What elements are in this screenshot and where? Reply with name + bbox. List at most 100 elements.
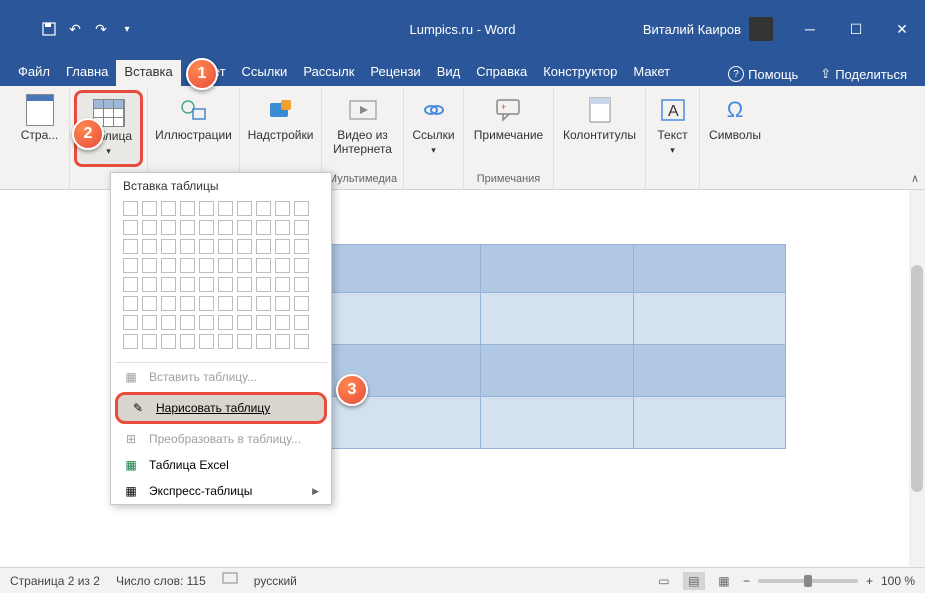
- grid-cell[interactable]: [237, 239, 252, 254]
- grid-cell[interactable]: [142, 277, 157, 292]
- grid-cell[interactable]: [199, 334, 214, 349]
- grid-cell[interactable]: [161, 334, 176, 349]
- grid-cell[interactable]: [275, 239, 290, 254]
- grid-cell[interactable]: [161, 201, 176, 216]
- grid-cell[interactable]: [199, 220, 214, 235]
- grid-cell[interactable]: [218, 296, 233, 311]
- grid-cell[interactable]: [237, 258, 252, 273]
- grid-cell[interactable]: [218, 201, 233, 216]
- tab-layout2[interactable]: Макет: [625, 60, 678, 86]
- grid-cell[interactable]: [180, 334, 195, 349]
- zoom-out-button[interactable]: −: [743, 574, 750, 588]
- grid-cell[interactable]: [142, 201, 157, 216]
- grid-cell[interactable]: [180, 239, 195, 254]
- grid-cell[interactable]: [199, 239, 214, 254]
- grid-cell[interactable]: [199, 258, 214, 273]
- illustrations-button[interactable]: Иллюстрации: [149, 90, 238, 146]
- addins-button[interactable]: Надстройки: [242, 90, 320, 146]
- user-area[interactable]: Виталий Каиров: [629, 17, 787, 41]
- grid-cell[interactable]: [218, 239, 233, 254]
- grid-cell[interactable]: [161, 277, 176, 292]
- grid-cell[interactable]: [180, 220, 195, 235]
- grid-cell[interactable]: [123, 201, 138, 216]
- tab-mailings[interactable]: Рассылк: [295, 60, 362, 86]
- view-read-icon[interactable]: ▭: [653, 572, 675, 590]
- tab-view[interactable]: Вид: [429, 60, 469, 86]
- tab-insert[interactable]: Вставка: [116, 60, 180, 86]
- undo-icon[interactable]: ↶: [66, 20, 84, 38]
- grid-cell[interactable]: [294, 315, 309, 330]
- grid-cell[interactable]: [237, 201, 252, 216]
- grid-cell[interactable]: [123, 315, 138, 330]
- grid-cell[interactable]: [275, 315, 290, 330]
- grid-cell[interactable]: [199, 201, 214, 216]
- grid-cell[interactable]: [275, 220, 290, 235]
- grid-cell[interactable]: [294, 201, 309, 216]
- grid-cell[interactable]: [142, 239, 157, 254]
- tab-review[interactable]: Рецензи: [362, 60, 428, 86]
- grid-cell[interactable]: [294, 296, 309, 311]
- grid-cell[interactable]: [275, 201, 290, 216]
- text-button[interactable]: A Текст▾: [651, 90, 695, 161]
- grid-cell[interactable]: [142, 296, 157, 311]
- zoom-level[interactable]: 100 %: [881, 574, 915, 588]
- grid-cell[interactable]: [123, 277, 138, 292]
- grid-cell[interactable]: [123, 258, 138, 273]
- grid-cell[interactable]: [199, 315, 214, 330]
- menu-draw-table[interactable]: ✎ Нарисовать таблицу: [115, 392, 327, 424]
- grid-cell[interactable]: [199, 277, 214, 292]
- grid-cell[interactable]: [161, 315, 176, 330]
- grid-cell[interactable]: [275, 296, 290, 311]
- tell-me[interactable]: ? Помощь: [720, 62, 806, 86]
- grid-cell[interactable]: [237, 220, 252, 235]
- save-icon[interactable]: [40, 20, 58, 38]
- zoom-in-button[interactable]: +: [866, 574, 873, 588]
- redo-icon[interactable]: ↷: [92, 20, 110, 38]
- table-grid-picker[interactable]: [111, 195, 331, 361]
- grid-cell[interactable]: [199, 296, 214, 311]
- menu-quick-tables[interactable]: ▦ Экспресс-таблицы ▶: [111, 478, 331, 504]
- grid-cell[interactable]: [123, 239, 138, 254]
- grid-cell[interactable]: [237, 315, 252, 330]
- tab-home[interactable]: Главна: [58, 60, 116, 86]
- grid-cell[interactable]: [275, 258, 290, 273]
- grid-cell[interactable]: [142, 334, 157, 349]
- grid-cell[interactable]: [142, 220, 157, 235]
- grid-cell[interactable]: [294, 334, 309, 349]
- grid-cell[interactable]: [275, 334, 290, 349]
- grid-cell[interactable]: [256, 239, 271, 254]
- spellcheck-icon[interactable]: [222, 572, 238, 589]
- tab-references[interactable]: Ссылки: [234, 60, 296, 86]
- grid-cell[interactable]: [256, 220, 271, 235]
- menu-insert-table[interactable]: ▦ Вставить таблицу...: [111, 364, 331, 390]
- vertical-scrollbar[interactable]: [909, 190, 925, 567]
- view-print-icon[interactable]: ▤: [683, 572, 705, 590]
- grid-cell[interactable]: [161, 220, 176, 235]
- grid-cell[interactable]: [161, 296, 176, 311]
- status-words[interactable]: Число слов: 115: [116, 574, 206, 588]
- grid-cell[interactable]: [180, 277, 195, 292]
- video-button[interactable]: Видео из Интернета: [327, 90, 398, 161]
- comment-button[interactable]: + Примечание: [468, 90, 549, 146]
- grid-cell[interactable]: [294, 258, 309, 273]
- grid-cell[interactable]: [161, 258, 176, 273]
- status-page[interactable]: Страница 2 из 2: [10, 574, 100, 588]
- grid-cell[interactable]: [256, 334, 271, 349]
- share-button[interactable]: ⇪ Поделиться: [812, 62, 915, 86]
- grid-cell[interactable]: [218, 277, 233, 292]
- grid-cell[interactable]: [142, 315, 157, 330]
- close-button[interactable]: ✕: [879, 0, 925, 58]
- grid-cell[interactable]: [256, 315, 271, 330]
- tab-file[interactable]: Файл: [10, 60, 58, 86]
- grid-cell[interactable]: [161, 239, 176, 254]
- qat-more-icon[interactable]: ▾: [118, 20, 136, 38]
- grid-cell[interactable]: [180, 315, 195, 330]
- zoom-slider[interactable]: [758, 579, 858, 583]
- links-button[interactable]: Ссылки▾: [406, 90, 460, 161]
- pages-button[interactable]: Стра...: [15, 90, 65, 146]
- grid-cell[interactable]: [256, 277, 271, 292]
- menu-excel-table[interactable]: ▦ Таблица Excel: [111, 452, 331, 478]
- grid-cell[interactable]: [218, 258, 233, 273]
- status-language[interactable]: русский: [254, 574, 297, 588]
- grid-cell[interactable]: [218, 334, 233, 349]
